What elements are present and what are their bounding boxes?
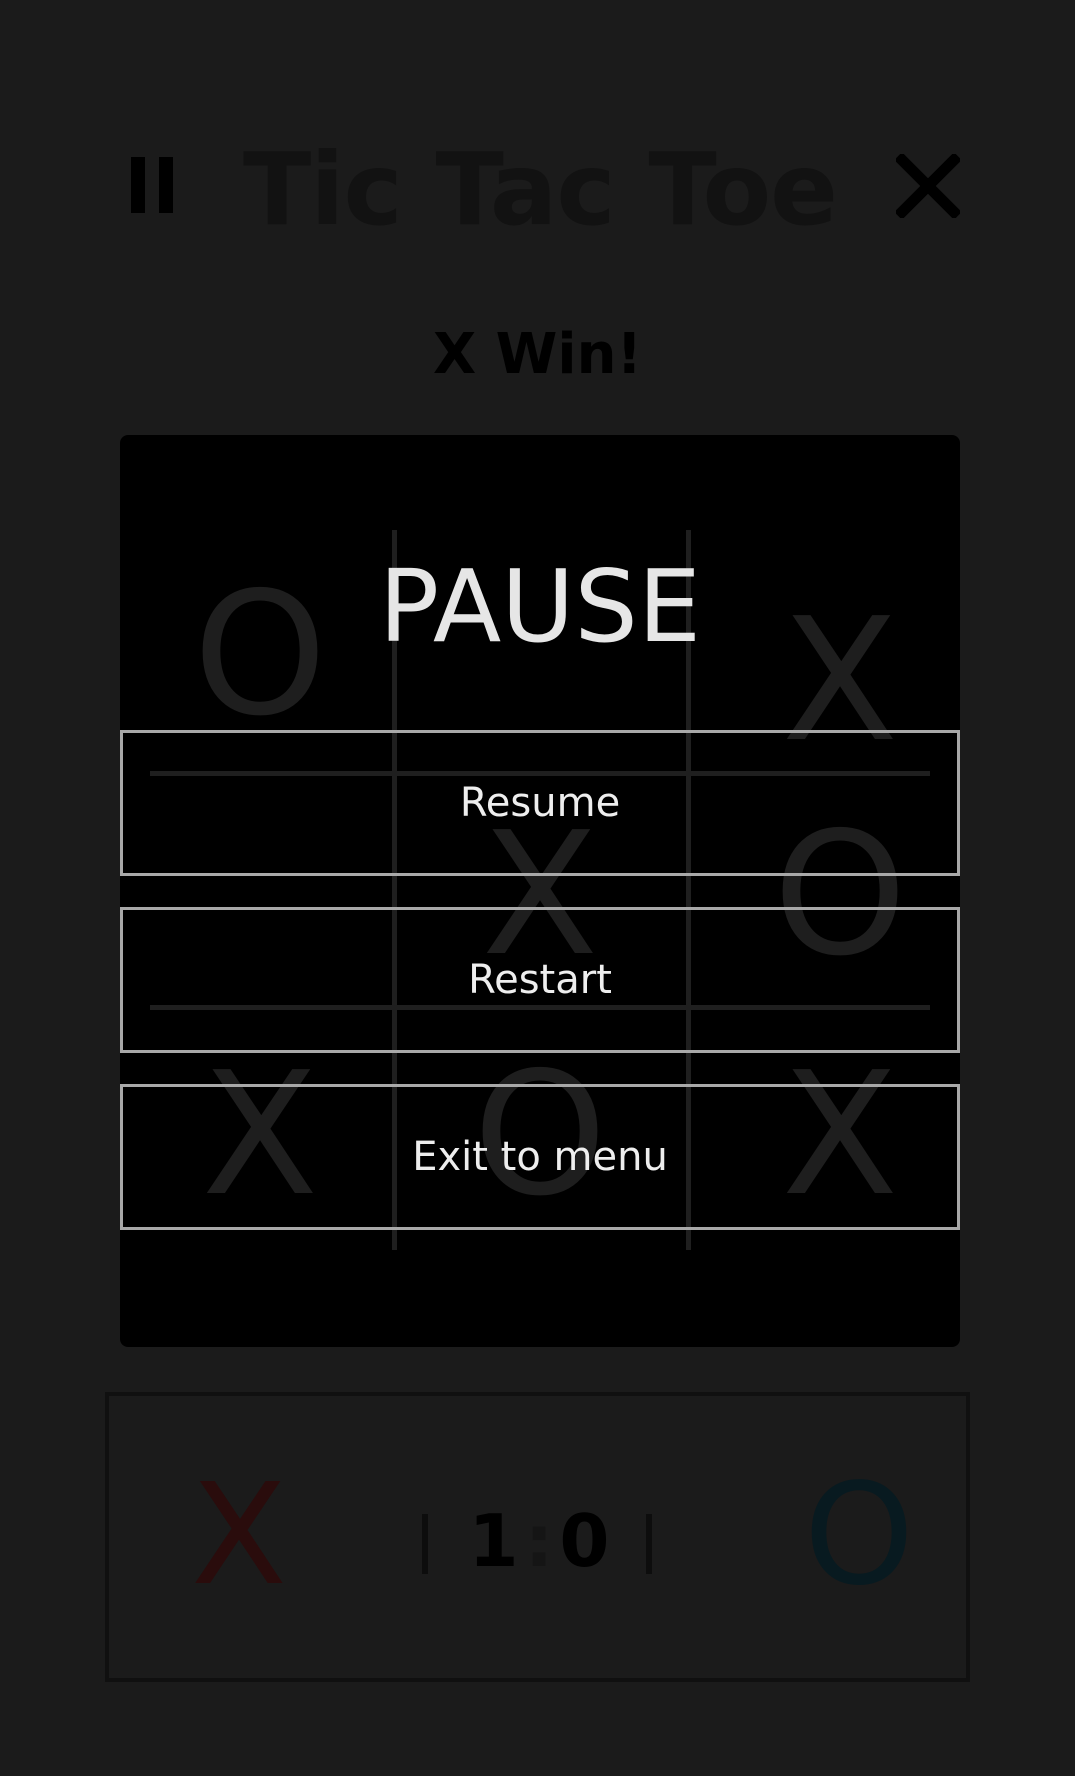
- page-title: Tic Tac Toe: [243, 131, 838, 248]
- board-panel: O X X O X O X PAUSE Resume Restart Exit …: [120, 435, 960, 1347]
- score-divider-left: [422, 1514, 428, 1574]
- score-divider-right: [646, 1514, 652, 1574]
- close-icon-glyph: [896, 154, 960, 218]
- o-score: 0: [559, 1499, 610, 1583]
- x-score: 1: [468, 1499, 519, 1583]
- score-separator: :: [524, 1499, 554, 1583]
- restart-button[interactable]: Restart: [120, 907, 960, 1053]
- game-screen: Tic Tac Toe X Win! O X X O X O X PAUSE R…: [0, 0, 1075, 1776]
- pause-icon-bar-left: [131, 157, 145, 213]
- resume-button[interactable]: Resume: [120, 730, 960, 876]
- exit-to-menu-button[interactable]: Exit to menu: [120, 1084, 960, 1230]
- player-o-label: O: [803, 1454, 915, 1617]
- player-x-label: X: [191, 1454, 287, 1617]
- close-icon[interactable]: [896, 154, 960, 218]
- score-display: 1:0: [439, 1496, 639, 1586]
- game-status: X Win!: [432, 322, 643, 387]
- pause-icon-bar-right: [159, 157, 173, 213]
- pause-title: PAUSE: [378, 548, 702, 665]
- score-panel: X 1:0 O: [105, 1392, 970, 1682]
- pause-icon[interactable]: [131, 157, 173, 213]
